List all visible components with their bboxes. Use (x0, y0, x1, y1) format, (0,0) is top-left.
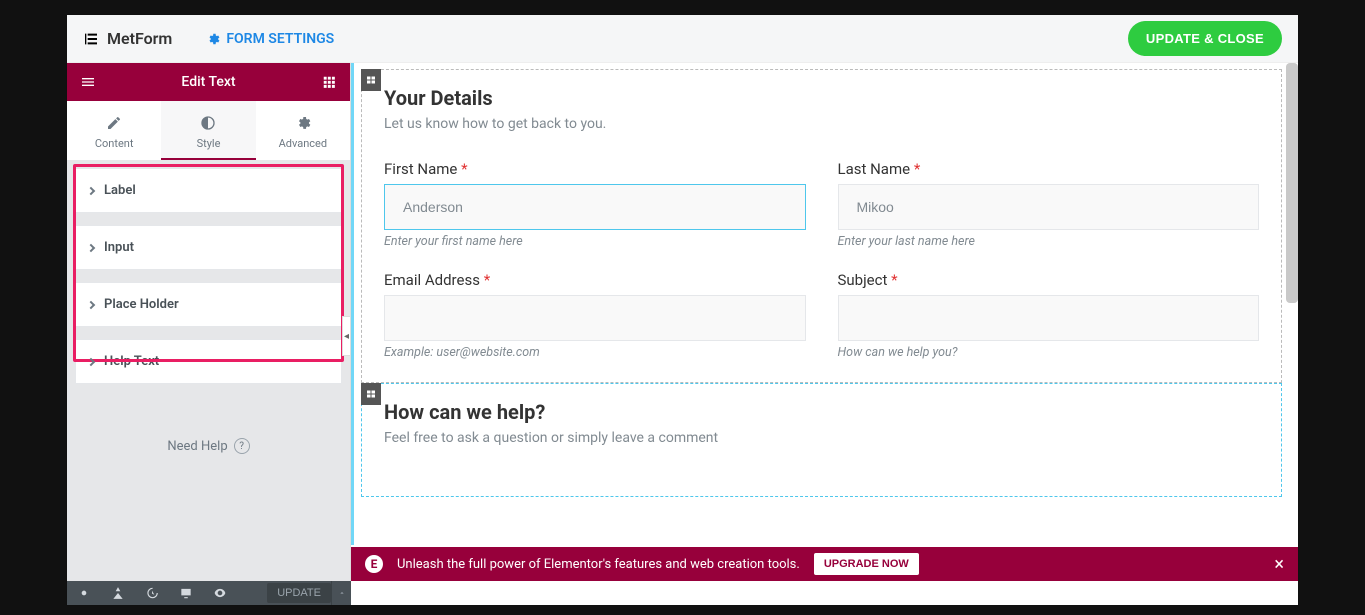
email-label: Email Address * (384, 271, 806, 289)
acc-helptext-text: Help Text (104, 354, 159, 369)
acc-helptext[interactable]: Help Text (75, 339, 342, 384)
section2-title: How can we help? (384, 400, 1259, 424)
half-circle-icon (200, 115, 216, 131)
modal-dialog: MetForm FORM SETTINGS UPDATE & CLOSE Edi… (67, 15, 1298, 605)
acc-placeholder[interactable]: Place Holder (75, 282, 342, 327)
promo-close-icon[interactable]: × (1274, 554, 1284, 575)
section-your-details[interactable]: Your Details Let us know how to get back… (361, 69, 1282, 383)
brand-text: MetForm (107, 29, 172, 48)
promo-bar: E Unleash the full power of Elementor's … (351, 547, 1298, 581)
sidebar: Edit Text Content Style Advanced (67, 63, 351, 605)
pencil-icon (106, 115, 122, 131)
preview-button[interactable] (203, 581, 237, 605)
tab-content[interactable]: Content (67, 101, 161, 160)
hamburger-icon[interactable] (77, 71, 99, 93)
panel-collapse-handle[interactable]: ◂ (342, 316, 351, 356)
topbar: MetForm FORM SETTINGS UPDATE & CLOSE (67, 15, 1298, 63)
brand: MetForm (83, 29, 172, 48)
field-subject[interactable]: Subject * How can we help you? (838, 271, 1260, 360)
section1-subtitle: Let us know how to get back to you. (384, 116, 1259, 132)
chevron-right-icon (87, 300, 95, 308)
field-email[interactable]: Email Address * Example: user@website.co… (384, 271, 806, 360)
need-help-link[interactable]: Need Help ? (67, 438, 350, 454)
need-help-text: Need Help (167, 439, 227, 454)
gear-icon (206, 32, 220, 46)
last-name-label: Last Name * (838, 160, 1260, 178)
chevron-right-icon (87, 186, 95, 194)
chevron-right-icon (87, 357, 95, 365)
question-icon: ? (234, 438, 250, 454)
sidebar-header: Edit Text (67, 63, 350, 101)
scrollbar-thumb[interactable] (1286, 63, 1298, 303)
tab-style[interactable]: Style (161, 101, 255, 160)
accordion: Label Input Place Holder Help Text (67, 160, 350, 404)
email-hint: Example: user@website.com (384, 345, 806, 360)
form-settings-link[interactable]: FORM SETTINGS (206, 31, 334, 47)
upgrade-button[interactable]: UPGRADE NOW (814, 553, 919, 575)
promo-text: Unleash the full power of Elementor's fe… (397, 557, 800, 572)
subject-hint: How can we help you? (838, 345, 1260, 360)
form-settings-label: FORM SETTINGS (226, 31, 334, 47)
tab-content-label: Content (95, 137, 134, 150)
sidebar-tabs: Content Style Advanced (67, 101, 350, 160)
update-options-chevron[interactable] (331, 581, 351, 605)
section-handle-icon[interactable] (361, 69, 381, 91)
update-close-button[interactable]: UPDATE & CLOSE (1128, 21, 1282, 56)
acc-input-text: Input (104, 240, 134, 255)
acc-input[interactable]: Input (75, 225, 342, 270)
last-name-hint: Enter your last name here (838, 234, 1260, 249)
gear-icon (295, 115, 311, 131)
selection-indicator (351, 63, 354, 545)
email-input[interactable] (384, 295, 806, 341)
responsive-button[interactable] (169, 581, 203, 605)
last-name-input[interactable] (838, 184, 1260, 230)
elementor-badge-icon: E (365, 555, 383, 573)
acc-label[interactable]: Label (75, 168, 342, 213)
section-handle-icon[interactable] (361, 383, 381, 405)
update-button[interactable]: UPDATE (267, 583, 331, 603)
navigator-button[interactable] (101, 581, 135, 605)
first-name-input[interactable] (384, 184, 806, 230)
tab-advanced[interactable]: Advanced (256, 101, 350, 160)
tab-advanced-label: Advanced (279, 137, 327, 150)
panel-footer: UPDATE (67, 581, 351, 605)
acc-label-text: Label (104, 183, 136, 198)
section2-subtitle: Feel free to ask a question or simply le… (384, 430, 1259, 446)
field-first-name[interactable]: First Name * Enter your first name here (384, 160, 806, 249)
sidebar-title: Edit Text (181, 74, 235, 90)
first-name-label: First Name * (384, 160, 806, 178)
section-how-help[interactable]: How can we help? Feel free to ask a ques… (361, 383, 1282, 497)
canvas: Your Details Let us know how to get back… (351, 63, 1298, 605)
field-last-name[interactable]: Last Name * Enter your last name here (838, 160, 1260, 249)
tab-style-label: Style (197, 137, 221, 150)
first-name-hint: Enter your first name here (384, 234, 806, 249)
subject-label: Subject * (838, 271, 1260, 289)
metform-logo-icon (83, 31, 99, 47)
subject-input[interactable] (838, 295, 1260, 341)
history-button[interactable] (135, 581, 169, 605)
chevron-right-icon (87, 243, 95, 251)
elements-grid-icon[interactable] (318, 71, 340, 93)
acc-placeholder-text: Place Holder (104, 297, 179, 312)
section1-title: Your Details (384, 86, 1259, 110)
settings-button[interactable] (67, 581, 101, 605)
